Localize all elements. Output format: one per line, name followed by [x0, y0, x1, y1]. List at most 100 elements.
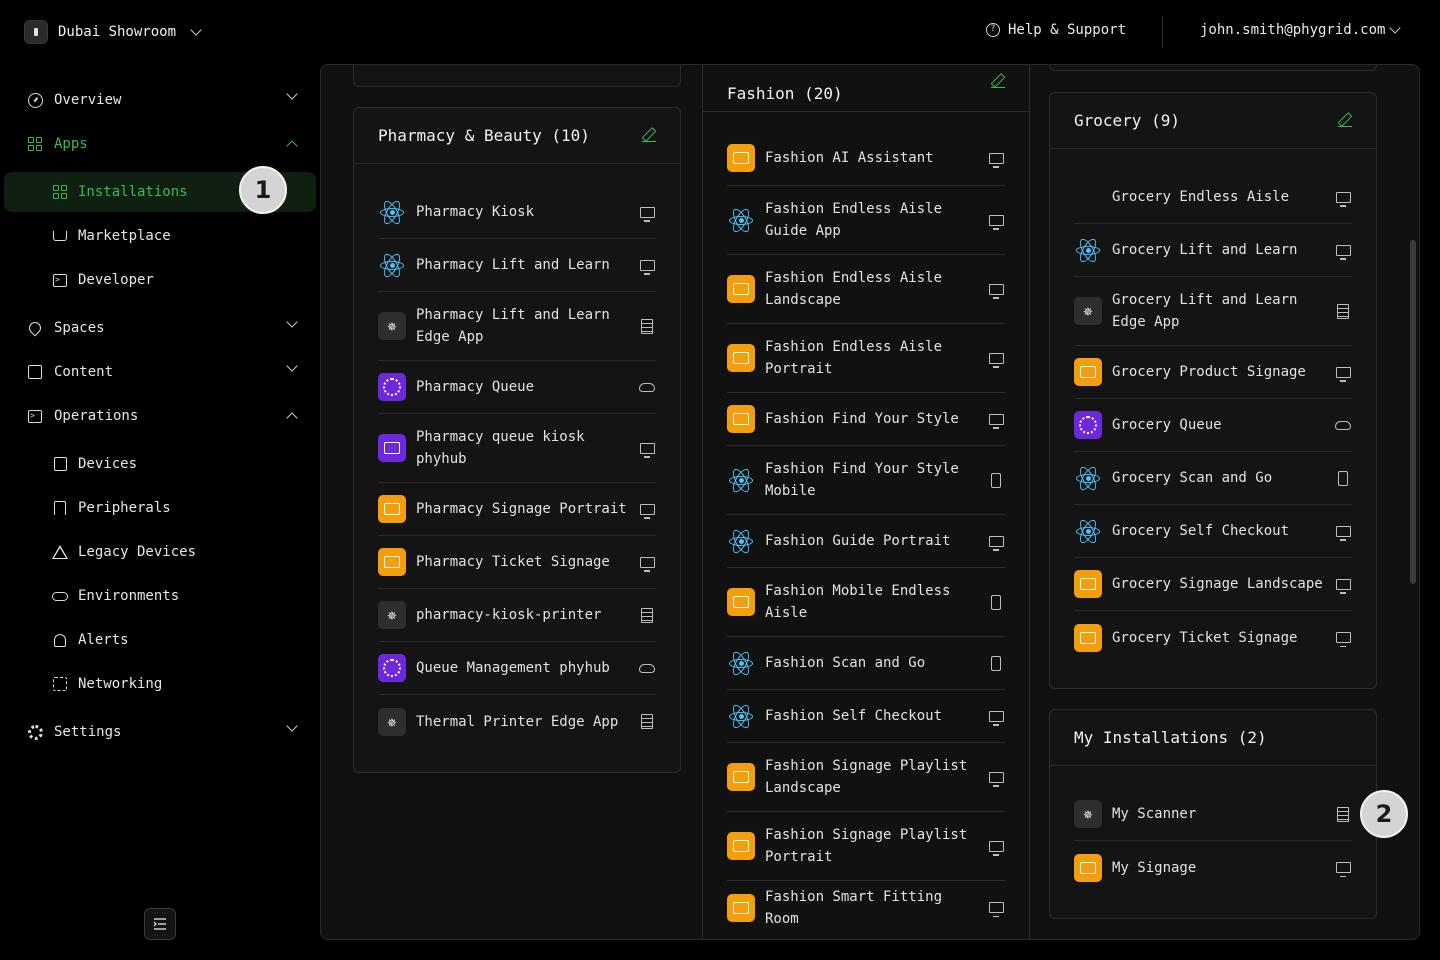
- group-title: Grocery (9): [1074, 111, 1180, 130]
- edge-device-icon: [638, 606, 656, 624]
- app-row[interactable]: Fashion Endless Aisle Landscape: [727, 255, 1005, 324]
- signage-icon: [1074, 570, 1102, 598]
- monitor-icon: [638, 439, 656, 458]
- react-icon: [378, 251, 406, 279]
- nav-alerts[interactable]: Alerts: [52, 622, 302, 658]
- app-row[interactable]: Pharmacy Ticket Signage: [378, 536, 656, 589]
- nav-settings[interactable]: Settings: [26, 714, 302, 750]
- signage-icon: [1074, 853, 1102, 882]
- app-row[interactable]: Pharmacy Lift and Learn: [378, 239, 656, 292]
- collapse-sidebar-button[interactable]: [144, 908, 176, 940]
- app-name: Fashion Self Checkout: [765, 708, 943, 724]
- app-name: Grocery Queue: [1112, 417, 1222, 433]
- app-name: Fashion Signage Playlist Landscape: [765, 758, 968, 796]
- app-row[interactable]: Fashion Find Your Style: [727, 393, 1005, 446]
- app-row[interactable]: Pharmacy queue kiosk phyhub: [378, 414, 656, 483]
- nav-settings-label: Settings: [54, 724, 122, 740]
- app-name: Fashion Guide Portrait: [765, 533, 951, 549]
- edit-icon[interactable]: [991, 74, 1005, 88]
- app-name: Pharmacy queue kiosk phyhub: [416, 429, 585, 467]
- app-row[interactable]: Fashion AI Assistant: [727, 131, 1005, 186]
- scrollbar[interactable]: [1410, 240, 1416, 584]
- chevron-down-icon: [1389, 22, 1402, 34]
- nav-environments[interactable]: Environments: [52, 578, 302, 614]
- help-support-link[interactable]: ? Help & Support: [986, 22, 1126, 38]
- app-name: pharmacy-kiosk-printer: [416, 607, 602, 623]
- app-row[interactable]: Grocery Ticket Signage: [1074, 611, 1352, 664]
- app-row[interactable]: Grocery Product Signage: [1074, 346, 1352, 399]
- app-row[interactable]: ✵ pharmacy-kiosk-printer: [378, 589, 656, 642]
- nav-peripherals[interactable]: Peripherals: [52, 490, 302, 526]
- react-icon: [727, 527, 755, 555]
- edge-icon: ✵: [378, 707, 406, 736]
- edge-icon: ✵: [378, 312, 406, 340]
- app-row[interactable]: Fashion Smart Fitting Room: [727, 881, 1005, 934]
- app-row[interactable]: Pharmacy Kiosk: [378, 186, 656, 239]
- app-row[interactable]: Fashion Signage Playlist Landscape: [727, 743, 1005, 812]
- app-name: Grocery Endless Aisle: [1112, 189, 1290, 205]
- app-row[interactable]: Fashion Endless Aisle Guide App: [727, 186, 1005, 255]
- nav-content[interactable]: Content: [26, 354, 302, 390]
- app-row[interactable]: Pharmacy Queue: [378, 361, 656, 414]
- app-row[interactable]: ✵ Grocery Lift and Learn Edge App: [1074, 277, 1352, 346]
- signage-icon: [727, 763, 755, 791]
- app-name: Fashion Endless Aisle Portrait: [765, 339, 943, 377]
- app-name: Pharmacy Signage Portrait: [416, 501, 627, 517]
- monitor-icon: [987, 211, 1005, 230]
- app-row[interactable]: Fashion Mobile Endless Aisle: [727, 568, 1005, 637]
- chevron-up-icon: [286, 140, 298, 152]
- monitor-icon: [987, 410, 1005, 429]
- edge-device-icon: [638, 317, 656, 335]
- app-name: Fashion Mobile Endless Aisle: [765, 583, 951, 621]
- app-row[interactable]: Fashion Endless Aisle Portrait: [727, 324, 1005, 393]
- nav-installations-label: Installations: [78, 184, 188, 200]
- app-row[interactable]: Grocery Endless Aisle: [1074, 171, 1352, 224]
- edit-icon[interactable]: [642, 128, 656, 142]
- nav-legacy-devices[interactable]: Legacy Devices: [52, 534, 302, 570]
- phone-icon: [987, 654, 1005, 672]
- app-row[interactable]: Queue Management phyhub: [378, 642, 656, 695]
- card-stub: [1049, 65, 1377, 71]
- nav-developer-label: Developer: [78, 272, 154, 288]
- app-row[interactable]: My Signage: [1074, 841, 1352, 894]
- app-row[interactable]: Grocery Self Checkout: [1074, 505, 1352, 558]
- warning-icon: [52, 544, 68, 560]
- book-icon: [727, 144, 755, 172]
- user-menu[interactable]: john.smith@phygrid.com: [1200, 22, 1402, 38]
- app-row[interactable]: ✵ Thermal Printer Edge App: [378, 695, 656, 748]
- nav-spaces[interactable]: Spaces: [26, 310, 302, 346]
- nav-operations[interactable]: > Operations: [26, 398, 302, 434]
- chevron-down-icon: [286, 88, 298, 100]
- app-row[interactable]: ✵ My Scanner: [1074, 788, 1352, 841]
- app-row[interactable]: Grocery Signage Landscape: [1074, 558, 1352, 611]
- ticket-icon: [378, 548, 406, 576]
- list-icon: [26, 363, 44, 381]
- app-row[interactable]: Fashion Self Checkout: [727, 690, 1005, 743]
- app-row[interactable]: Fashion Signage Playlist Portrait: [727, 812, 1005, 881]
- app-row[interactable]: Pharmacy Signage Portrait: [378, 483, 656, 536]
- chevron-down-icon: [286, 316, 298, 328]
- nav-environments-label: Environments: [78, 588, 180, 604]
- nav-marketplace[interactable]: Marketplace: [52, 218, 302, 254]
- gear-icon: [26, 723, 44, 741]
- nav-apps[interactable]: Apps: [26, 126, 302, 162]
- app-row[interactable]: Grocery Queue: [1074, 399, 1352, 452]
- edit-icon[interactable]: [1338, 113, 1352, 127]
- edge-icon: ✵: [1074, 297, 1102, 325]
- nav-operations-label: Operations: [54, 408, 139, 424]
- app-row[interactable]: Fashion Scan and Go: [727, 637, 1005, 690]
- nav-networking[interactable]: Networking: [52, 666, 302, 702]
- org-switcher[interactable]: Dubai Showroom: [24, 20, 202, 44]
- app-row[interactable]: Grocery Scan and Go: [1074, 452, 1352, 505]
- nav-alerts-label: Alerts: [78, 632, 129, 648]
- app-row[interactable]: ✵ Pharmacy Lift and Learn Edge App: [378, 292, 656, 361]
- app-row[interactable]: Fashion Guide Portrait: [727, 515, 1005, 568]
- nav-overview[interactable]: Overview: [26, 82, 302, 118]
- app-row[interactable]: Grocery Lift and Learn: [1074, 224, 1352, 277]
- nav-devices[interactable]: Devices: [52, 446, 302, 482]
- nav-developer[interactable]: > Developer: [52, 262, 302, 298]
- app-row[interactable]: Fashion Find Your Style Mobile: [727, 446, 1005, 515]
- monitor-icon: [638, 256, 656, 275]
- react-icon: [727, 206, 755, 234]
- app-name: Grocery Product Signage: [1112, 364, 1306, 380]
